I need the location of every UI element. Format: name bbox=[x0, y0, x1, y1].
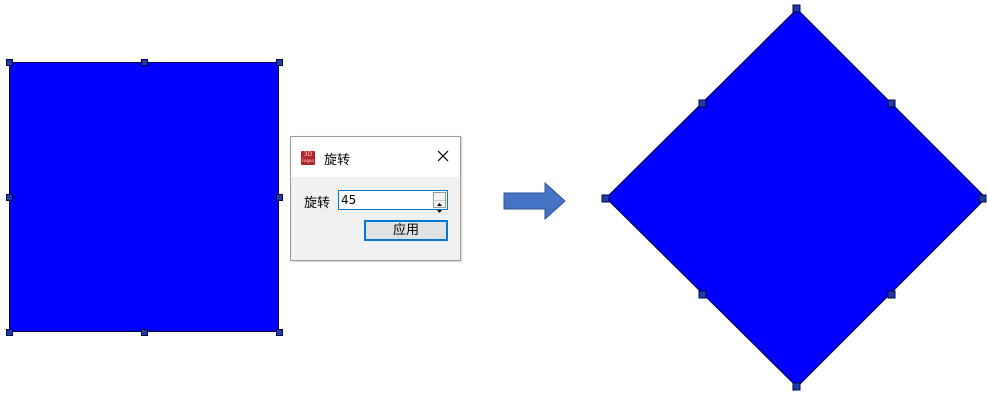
diamond-handle-lower-left[interactable] bbox=[698, 290, 707, 299]
close-icon bbox=[437, 150, 449, 162]
diamond-handle-bottom[interactable] bbox=[792, 382, 801, 391]
rotate-angle-input[interactable] bbox=[341, 192, 427, 208]
diamond-handle-upper-left[interactable] bbox=[698, 99, 707, 108]
diamond-handle-lower-right[interactable] bbox=[887, 290, 896, 299]
square-handle-bottom-left[interactable] bbox=[6, 329, 13, 336]
dialog-title: 旋转 bbox=[324, 153, 351, 168]
square-handle-bottom-center[interactable] bbox=[141, 329, 148, 336]
diamond-handle-left[interactable] bbox=[601, 194, 610, 203]
spin-buttons bbox=[433, 192, 446, 213]
rotate-dialog: 3D Fagoo 旋转 旋转 应用 bbox=[290, 136, 461, 261]
diamond-handle-right[interactable] bbox=[978, 194, 987, 203]
app-logo-icon: 3D Fagoo bbox=[301, 151, 315, 165]
rotated-diamond-shape[interactable] bbox=[598, 0, 987, 401]
diamond-handle-top[interactable] bbox=[792, 4, 801, 13]
square-handle-top-left[interactable] bbox=[6, 59, 13, 66]
diamond-polygon[interactable] bbox=[605, 8, 987, 388]
original-square-shape[interactable] bbox=[9, 62, 279, 332]
right-arrow-icon bbox=[503, 181, 566, 221]
triangle-down-icon bbox=[437, 210, 442, 213]
square-handle-top-center[interactable] bbox=[141, 59, 148, 66]
diamond-handle-upper-right[interactable] bbox=[887, 99, 896, 108]
square-handle-middle-right[interactable] bbox=[276, 194, 283, 201]
square-handle-bottom-right[interactable] bbox=[276, 329, 283, 336]
dialog-titlebar: 3D Fagoo 旋转 bbox=[291, 137, 460, 177]
rotate-label: 旋转 bbox=[304, 196, 331, 211]
rotate-angle-spinbox[interactable] bbox=[338, 190, 448, 213]
square-handle-middle-left[interactable] bbox=[6, 194, 13, 201]
square-handle-top-right[interactable] bbox=[276, 59, 283, 66]
close-button[interactable] bbox=[434, 147, 452, 165]
apply-button[interactable]: 应用 bbox=[364, 220, 448, 241]
spin-down-button[interactable] bbox=[434, 200, 445, 213]
